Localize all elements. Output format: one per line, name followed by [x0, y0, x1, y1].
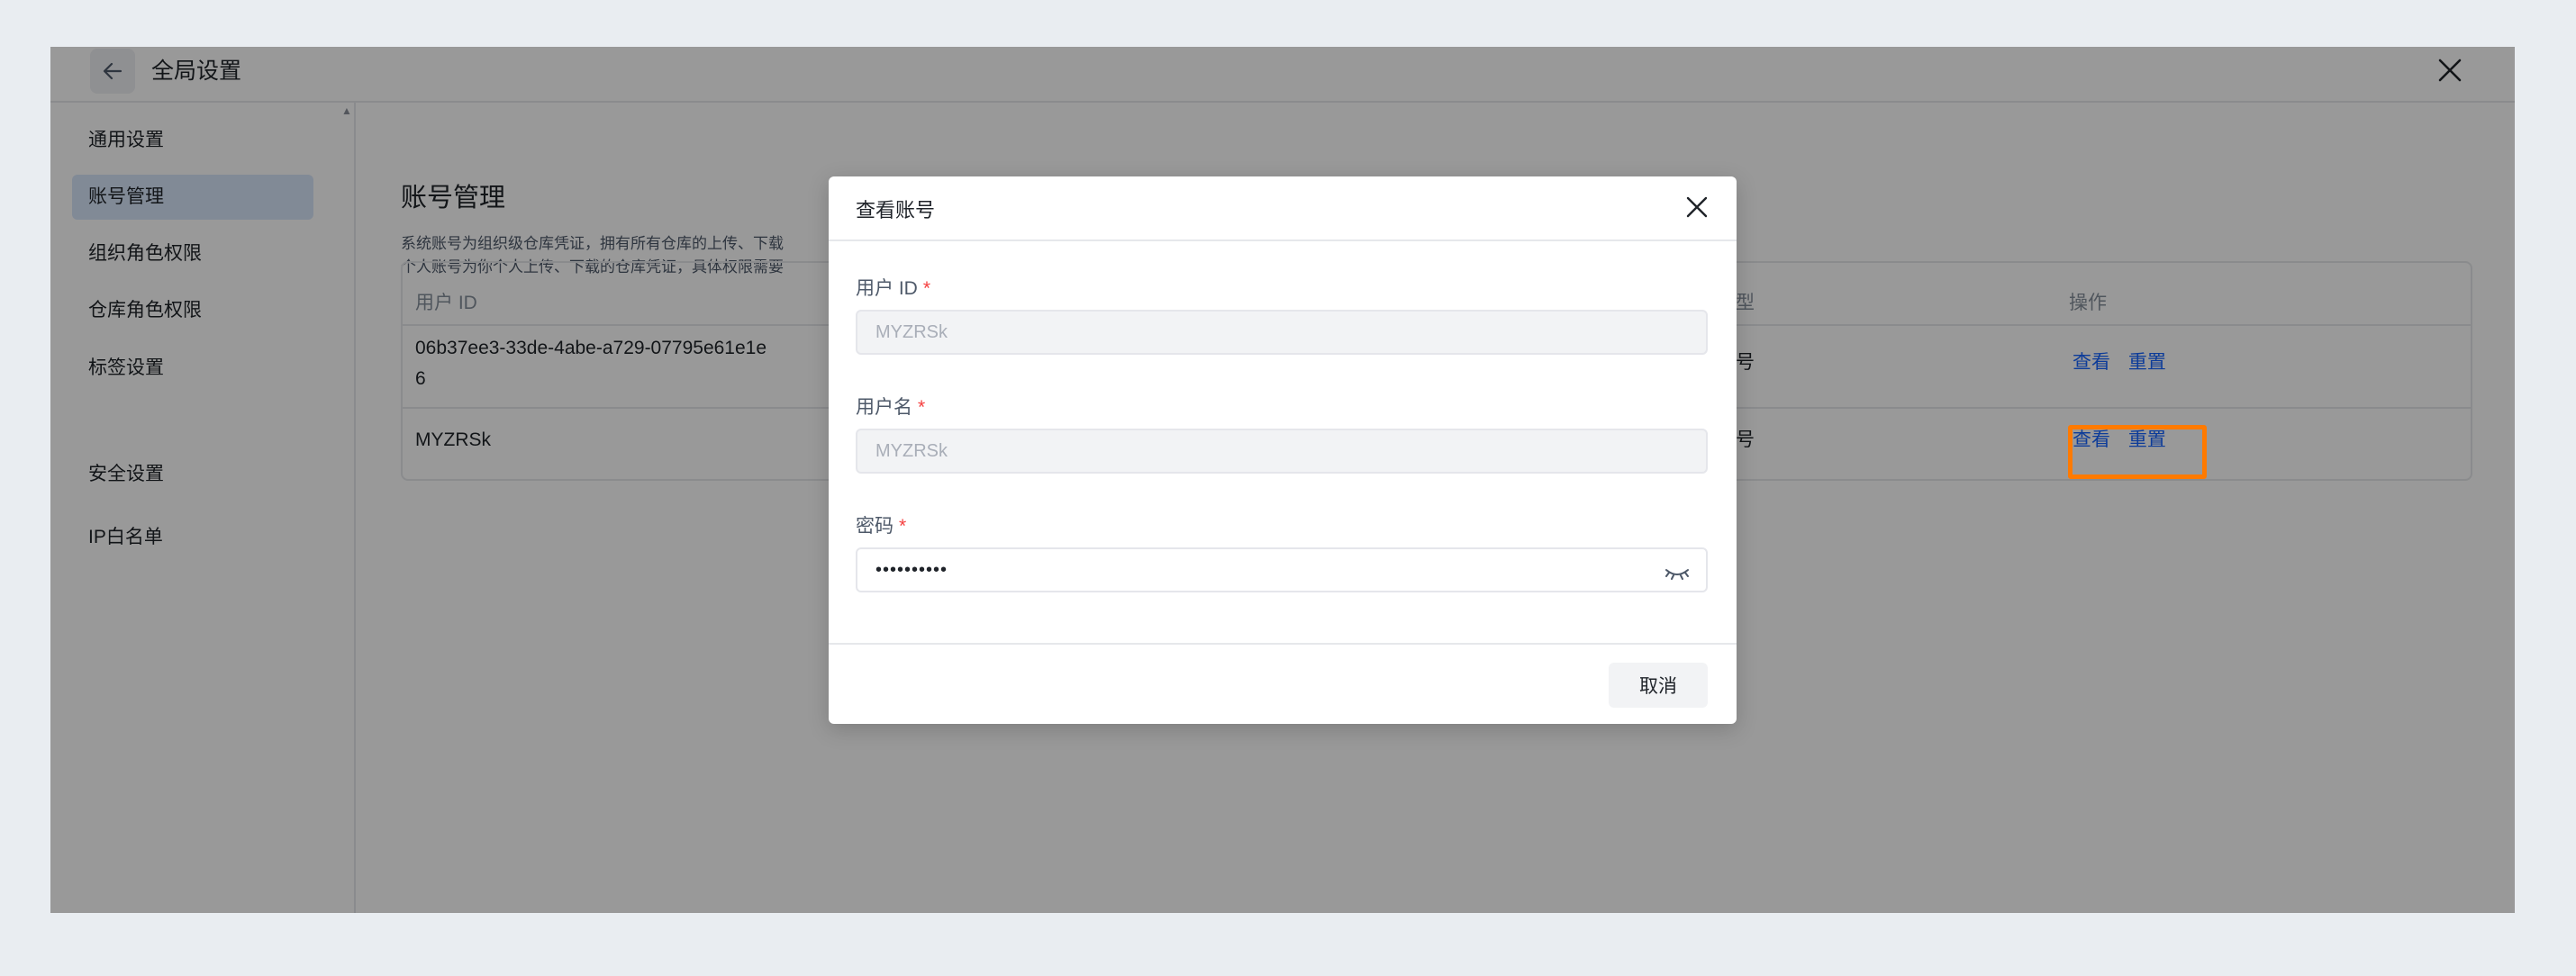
view-account-dialog: 查看账号 用户 ID* 用户名* 密码* 取消 — [829, 176, 1737, 724]
dialog-title: 查看账号 — [856, 199, 936, 221]
password-field[interactable] — [856, 547, 1708, 592]
password-label: 密码 * — [856, 511, 906, 538]
username-label-text: 用户名 — [856, 397, 912, 418]
user-id-label: 用户 ID * — [856, 274, 930, 301]
dialog-close-button[interactable] — [1681, 191, 1713, 223]
username-field[interactable] — [856, 429, 1708, 474]
toggle-password-visibility[interactable] — [1663, 562, 1692, 583]
close-icon — [1686, 196, 1708, 218]
required-mark: * — [899, 516, 907, 537]
required-mark: * — [918, 397, 926, 418]
user-id-label-text: 用户 ID — [856, 278, 918, 299]
action-highlight-box — [2068, 425, 2207, 479]
dialog-header: 查看账号 — [829, 176, 1737, 241]
required-mark: * — [922, 278, 931, 299]
username-label: 用户名 * — [856, 393, 925, 420]
user-id-field[interactable] — [856, 310, 1708, 355]
cancel-button[interactable]: 取消 — [1609, 663, 1708, 708]
dialog-footer: 取消 — [829, 643, 1737, 724]
password-label-text: 密码 — [856, 516, 893, 537]
eye-closed-icon — [1665, 569, 1689, 580]
